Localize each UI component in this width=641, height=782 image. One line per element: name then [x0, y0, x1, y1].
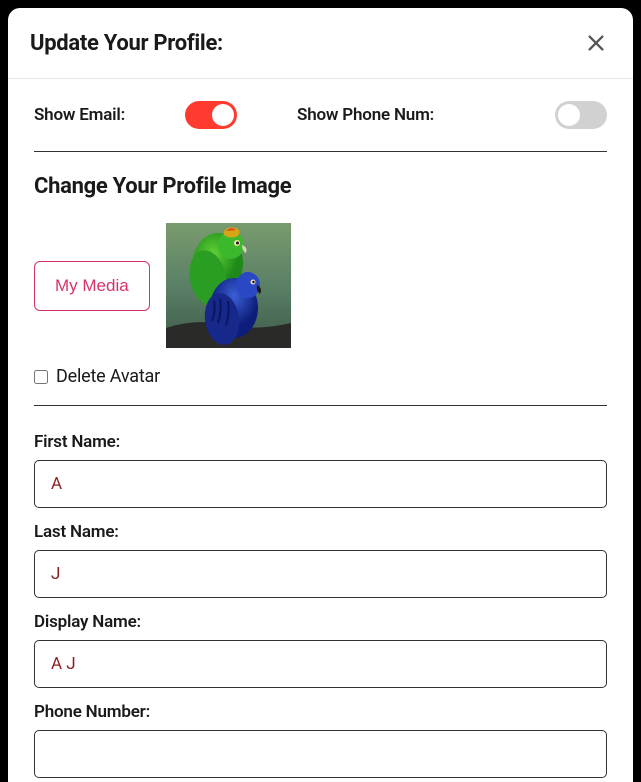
delete-avatar-label: Delete Avatar	[56, 366, 160, 387]
first-name-input[interactable]	[34, 460, 607, 508]
show-phone-label: Show Phone Num:	[297, 105, 434, 125]
toggle-knob	[212, 104, 234, 126]
delete-avatar-row: Delete Avatar	[34, 364, 607, 406]
toggle-knob	[558, 104, 580, 126]
close-icon	[585, 32, 607, 54]
display-name-input[interactable]	[34, 640, 607, 688]
last-name-input[interactable]	[34, 550, 607, 598]
first-name-field: First Name:	[34, 432, 607, 508]
my-media-button[interactable]: My Media	[34, 261, 150, 311]
modal-header: Update Your Profile:	[8, 8, 633, 79]
show-phone-group: Show Phone Num:	[297, 101, 607, 129]
modal-title: Update Your Profile:	[30, 31, 223, 56]
show-email-label: Show Email:	[34, 105, 125, 125]
delete-avatar-checkbox[interactable]	[34, 370, 48, 384]
show-email-group: Show Email:	[34, 101, 237, 129]
change-image-heading: Change Your Profile Image	[34, 174, 607, 199]
avatar-preview	[166, 223, 291, 348]
last-name-label: Last Name:	[34, 522, 607, 542]
visibility-toggles-row: Show Email: Show Phone Num:	[34, 101, 607, 152]
phone-number-label: Phone Number:	[34, 702, 607, 722]
show-phone-toggle[interactable]	[555, 101, 607, 129]
display-name-label: Display Name:	[34, 612, 607, 632]
update-profile-modal: Update Your Profile: Show Email: Show Ph…	[8, 8, 633, 782]
avatar-image	[166, 223, 291, 348]
close-button[interactable]	[581, 28, 611, 58]
last-name-field: Last Name:	[34, 522, 607, 598]
show-email-toggle[interactable]	[185, 101, 237, 129]
first-name-label: First Name:	[34, 432, 607, 452]
media-row: My Media	[34, 223, 607, 348]
display-name-field: Display Name:	[34, 612, 607, 688]
phone-number-field: Phone Number:	[34, 702, 607, 778]
phone-number-input[interactable]	[34, 730, 607, 778]
modal-body: Show Email: Show Phone Num: Change Your …	[8, 79, 633, 782]
